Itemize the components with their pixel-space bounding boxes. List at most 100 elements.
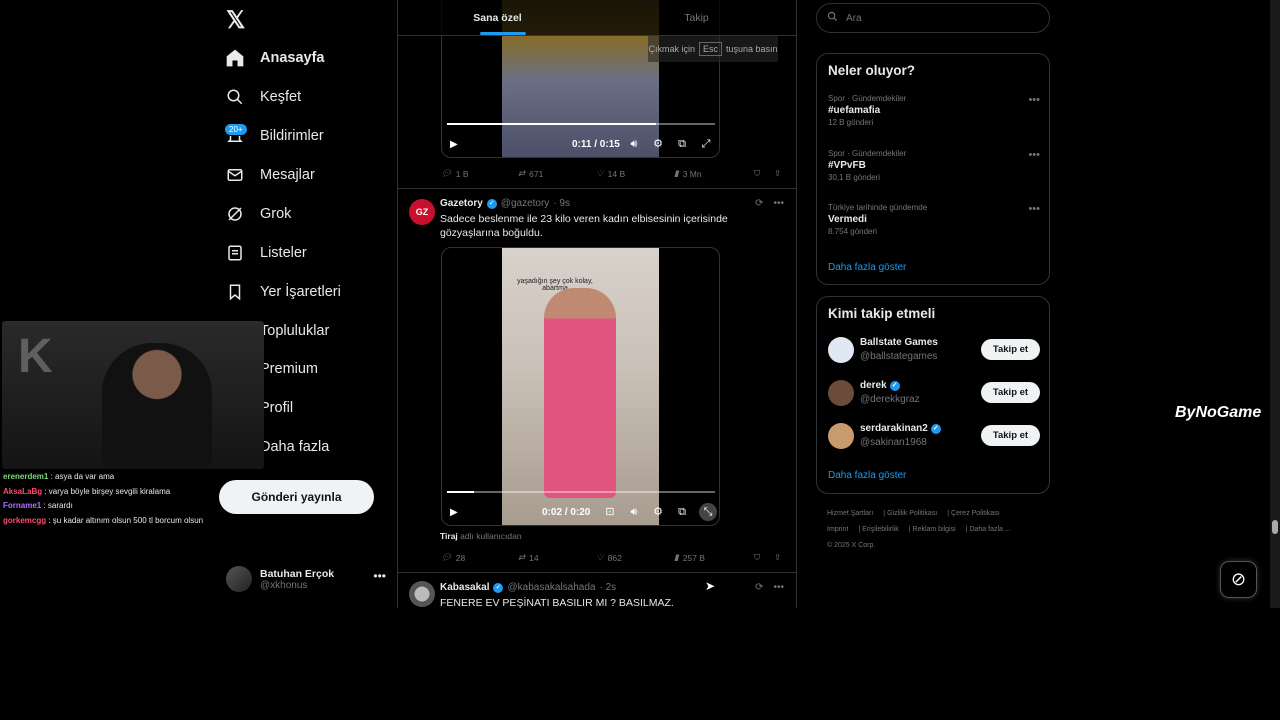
scrollbar-thumb[interactable] [1272,520,1278,534]
video-controls: ▶ 0:02 / 0:20 ⊡ 🔊︎ ⚙ ⧉ ⤡ [442,500,719,524]
suggestion-name-text: derek [860,380,887,391]
more-dots-icon[interactable]: ••• [773,582,784,593]
search-input[interactable] [846,12,1026,24]
show-more-suggestions-link[interactable]: Daha fazla göster [828,470,906,481]
share-button[interactable]: ⇪ [774,552,781,563]
footer-link[interactable]: Reklam bilgisi [913,526,956,533]
suggestion-handle: @sakinan1968 [860,437,927,448]
volume-icon[interactable]: 🔊︎ [628,506,640,518]
tab-for-you[interactable]: Sana özel [398,0,597,35]
views-button[interactable]: ▮ 257 B [674,552,705,563]
grok-float-button[interactable]: ⊘ [1220,561,1257,598]
pip-icon[interactable]: ⧉ [676,138,688,150]
chat-user: Forname1 [3,501,42,510]
nav-item-home[interactable]: Anasayfa [224,40,324,76]
profile-handle: @xkhonus [260,579,308,591]
share-button[interactable]: ⇪ [774,168,781,179]
bookmark-button[interactable]: ⛉ [754,552,760,563]
chat-text: : varya böyle birşey sevgili kiralama [44,486,171,496]
follow-button[interactable]: Takip et [981,382,1040,403]
tab-following[interactable]: Takip [597,0,796,35]
repost-button[interactable]: ⇄ 671 [518,168,543,179]
footer-link[interactable]: Gizlilik Politikası [887,510,937,517]
video-subject [544,288,616,498]
exit-fullscreen-icon[interactable]: ⤡ [699,503,717,521]
follow-button[interactable]: Takip et [981,425,1040,446]
video-progress[interactable] [447,491,715,493]
tweet-time[interactable]: · 9s [553,198,570,209]
x-logo-icon[interactable]: 𝕏 [226,6,260,34]
account-switcher[interactable]: Batuhan Erçok @xkhonus ••• [226,563,386,595]
nav-item-messages[interactable]: Mesajlar [224,157,315,193]
trend-count: 12 B gönderi [828,118,874,127]
nav-label: Daha fazla [260,439,330,455]
video-progress[interactable] [447,123,715,125]
volume-icon[interactable]: 🔊︎ [628,138,640,150]
tweet-avatar[interactable] [409,581,435,607]
like-button[interactable]: ♡ 14 B [596,168,625,179]
show-more-trends-link[interactable]: Daha fazla göster [828,262,906,273]
more-dots-icon: ••• [373,569,386,583]
nav-item-grok[interactable]: Grok [224,196,291,232]
settings-icon[interactable]: ⚙ [652,138,664,150]
footer-link[interactable]: Daha fazla ... [969,526,1010,533]
search-bar[interactable] [816,3,1050,33]
who-to-follow-title: Kimi takip etmeli [828,306,936,321]
suggestion-name-text: serdarakinan2 [860,423,928,434]
chart-icon: ▮ [674,552,679,562]
captions-icon[interactable]: ⊡ [604,506,616,518]
footer-link[interactable]: Hizmet Şartları [827,510,873,517]
follow-suggestion[interactable]: serdarakinan2 ✓ @sakinan1968 Takip et [828,421,1040,451]
webcam-overlay: K [2,321,264,469]
more-dots-icon[interactable]: ••• [773,198,784,209]
tweet-time[interactable]: · 2s [599,582,616,593]
play-icon[interactable]: ▶ [450,507,458,518]
chat-message: erenerdem1 : asya da var ama [3,470,263,485]
play-icon[interactable]: ▶ [450,139,458,150]
trend-item[interactable]: Spor · Gündemdekiler #VPvFB 30,1 B gönde… [828,149,1040,182]
nav-item-lists[interactable]: Listeler [224,235,307,271]
verified-icon: ✓ [493,582,504,593]
more-dots-icon[interactable]: ••• [1028,149,1040,161]
nav-item-explore[interactable]: Keşfet [224,79,301,115]
follow-suggestion[interactable]: Ballstate Games @ballstategames Takip et [828,335,1040,365]
follow-suggestion[interactable]: derek ✓ @derekkgraz Takip et [828,378,1040,408]
trend-item[interactable]: Spor · Gündemdekiler #uefamafia 12 B gön… [828,94,1040,127]
heart-icon: ♡ [596,168,604,178]
tweet-author[interactable]: Gazetory [440,198,483,209]
nav-item-bookmarks[interactable]: Yer İşaretleri [224,274,341,310]
suggestion-name-text: Ballstate Games [860,337,938,348]
views-button[interactable]: ▮ 3 Mn [674,168,702,179]
follow-button[interactable]: Takip et [981,339,1040,360]
page-scrollbar[interactable] [1270,0,1280,608]
attribution-user[interactable]: Tiraj [440,531,458,541]
settings-icon[interactable]: ⚙ [652,506,664,518]
reply-button[interactable]: 💬︎ 1 B [441,168,469,179]
pip-icon[interactable]: ⧉ [676,506,688,518]
grok-icon[interactable]: ⟳ [755,582,763,593]
copyright: © 2025 X Corp. [827,542,876,549]
tweet-handle[interactable]: @kabasakalsahada [507,582,595,593]
tweet-handle[interactable]: @gazetory [501,198,550,209]
more-dots-icon[interactable]: ••• [1028,203,1040,215]
tweet[interactable]: GZ Gazetory ✓ @gazetory · 9s ⟳ ••• Sadec… [398,188,796,572]
trend-item[interactable]: Türkiye tarihinde gündemde Vermedi 8.754… [828,203,1040,236]
tweet-avatar[interactable]: GZ [409,199,435,225]
like-button[interactable]: ♡ 862 [596,552,622,563]
video-player[interactable]: yaşadığın şey çok kolay, abartma ▶ 0:02 … [441,247,720,526]
tweet[interactable]: Kabasakal ✓ @kabasakalsahada · 2s ⟳ ••• … [398,572,796,608]
grok-icon[interactable]: ⟳ [755,198,763,209]
footer-link[interactable]: Imprint [827,526,848,533]
reply-button[interactable]: 💬︎ 28 [441,552,465,563]
reply-icon: 💬︎ [441,552,452,562]
tweet-author[interactable]: Kabasakal [440,582,489,593]
nav-item-notifications[interactable]: 20+ Bildirimler [224,118,324,154]
bookmark-button[interactable]: ⛉ [754,168,760,179]
footer-link[interactable]: Çerez Politikası [951,510,1000,517]
repost-button[interactable]: ⇄ 14 [518,552,539,563]
repost-count: 14 [529,552,539,563]
more-dots-icon[interactable]: ••• [1028,94,1040,106]
fullscreen-icon[interactable]: ⤢ [700,138,712,150]
footer-links: Hizmet Şartları | Gizlilik Politikası | Çe… [827,510,1011,549]
footer-link[interactable]: Erişilebilirlik [862,526,899,533]
